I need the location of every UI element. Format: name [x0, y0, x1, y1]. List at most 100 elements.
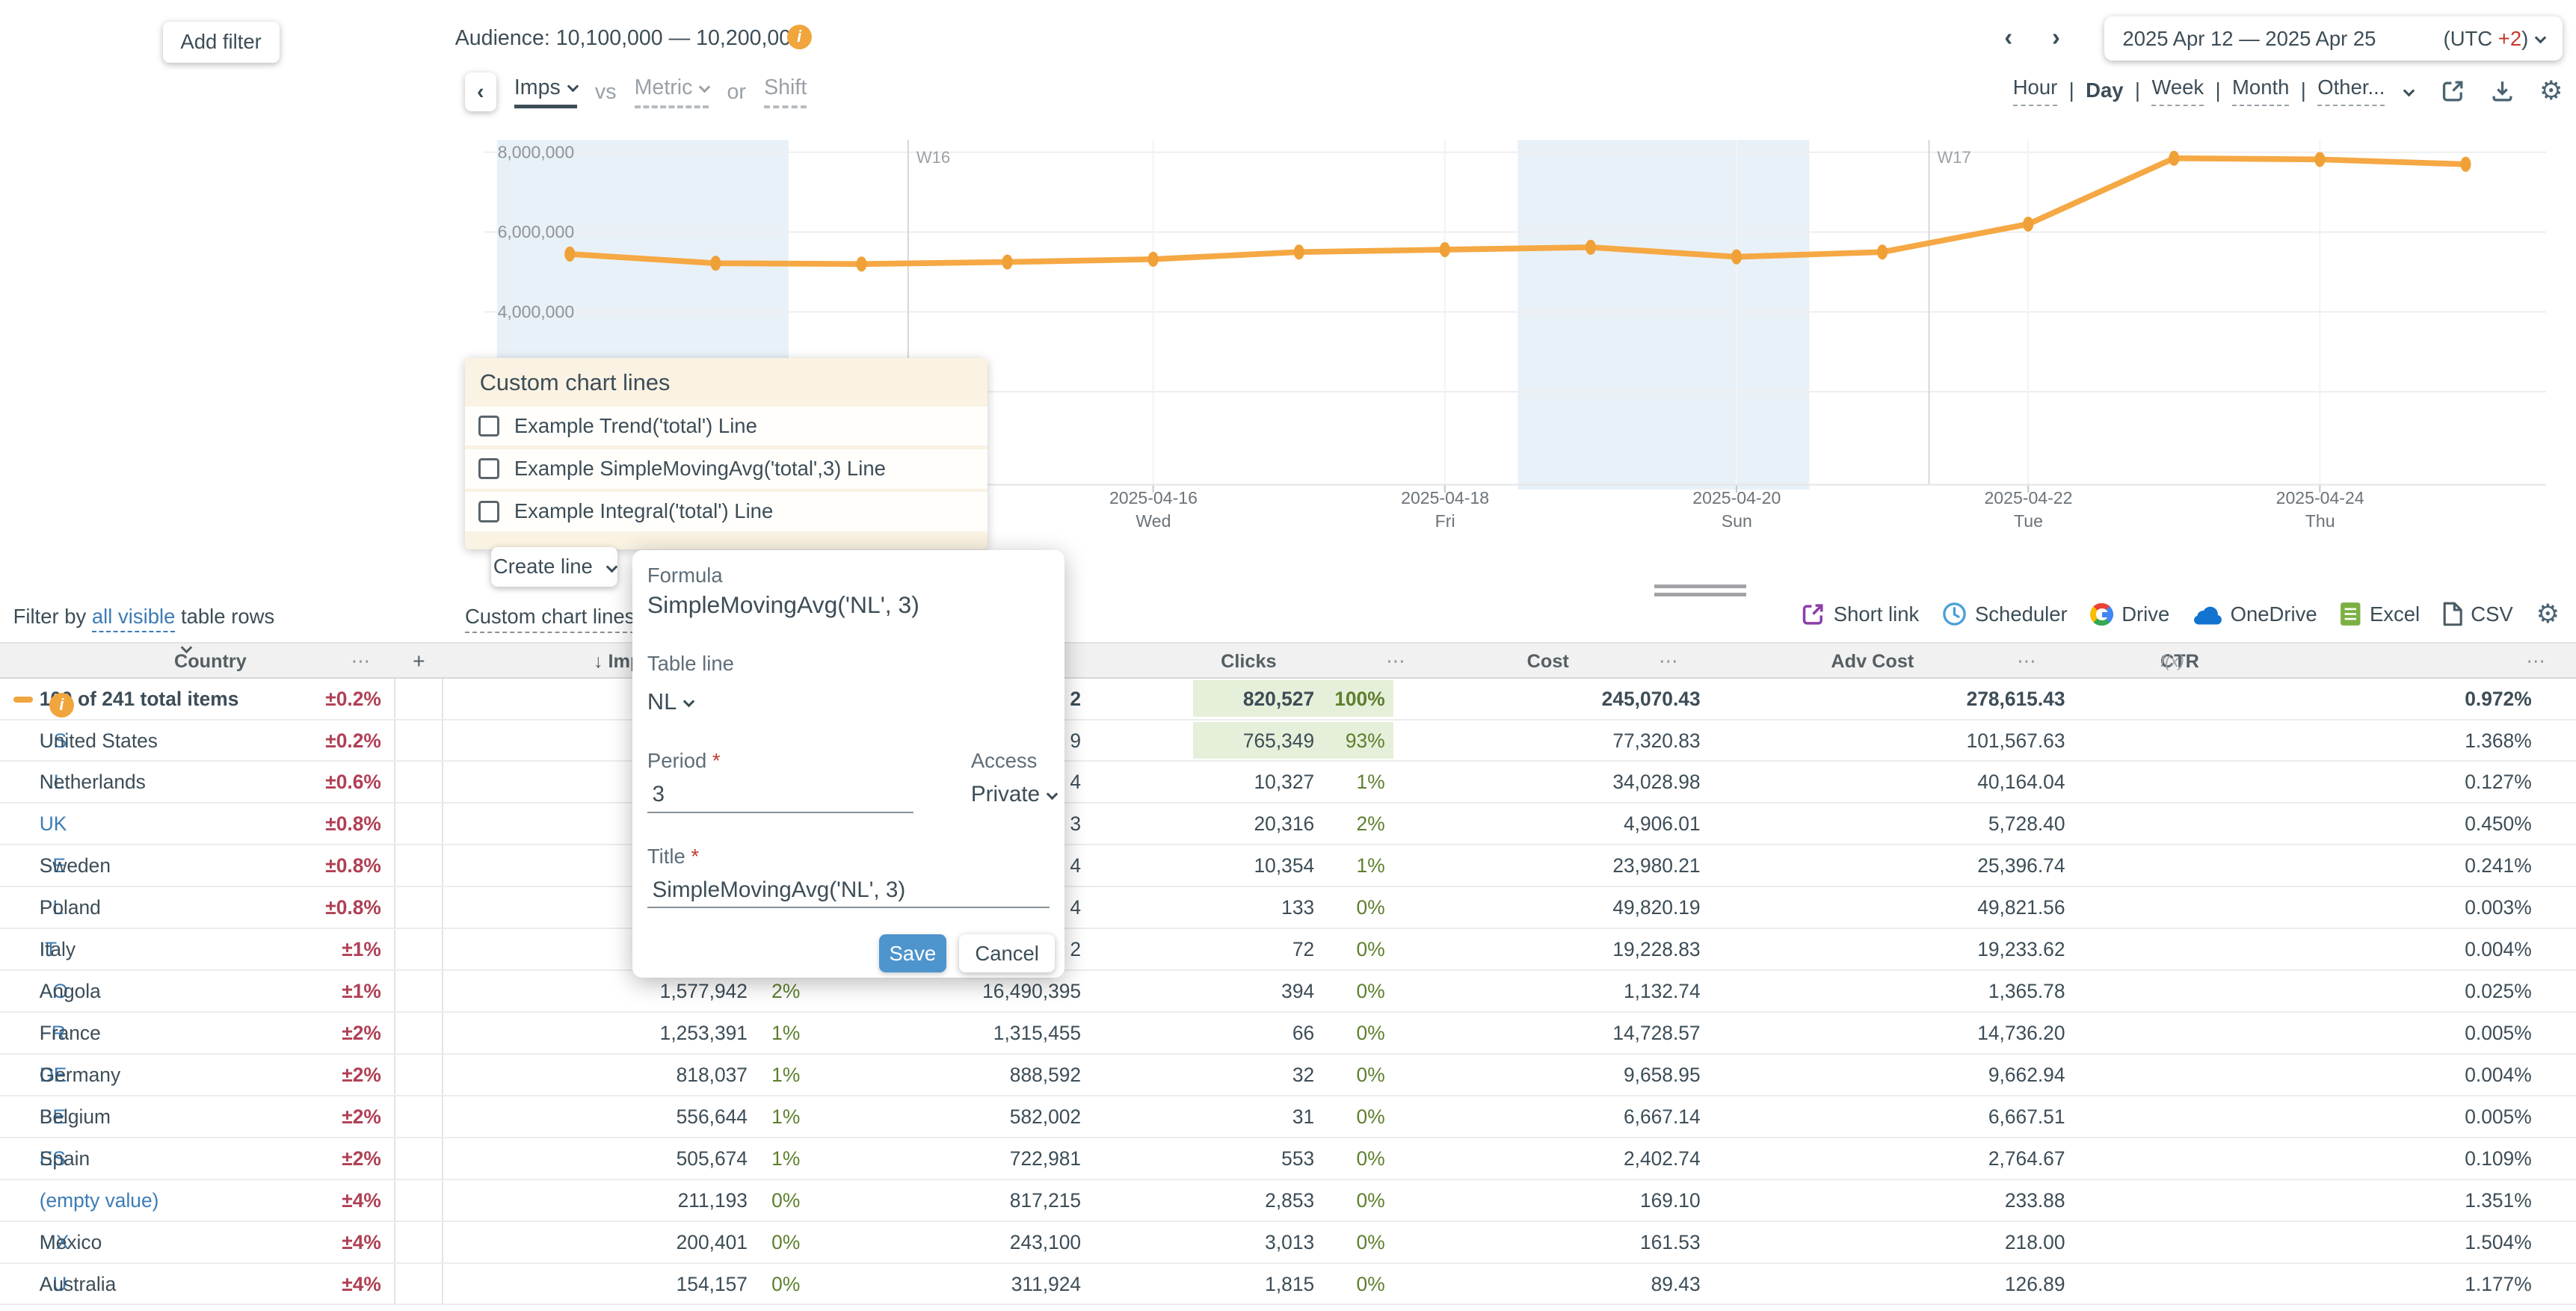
cost-value: 34,028.98 — [1479, 762, 1701, 803]
clicks-pct: 0% — [1318, 1013, 1385, 1055]
audience-info-icon[interactable]: i — [787, 25, 812, 49]
period-input[interactable]: 3 — [652, 782, 665, 807]
table-row[interactable]: SESwedeni ±0.8% 4 10,354 1% 23,980.21 25… — [0, 845, 2576, 887]
collapse-chart-button[interactable]: ‹ — [465, 73, 496, 112]
open-in-new-icon[interactable] — [2441, 78, 2465, 103]
info-icon[interactable]: i — [49, 693, 74, 718]
granularity-hour[interactable]: Hour — [2013, 75, 2058, 106]
all-visible-link[interactable]: all visible — [92, 605, 175, 632]
table-row[interactable]: 100 of 241 total itemsi ±0.2% 2 820,527 … — [0, 679, 2576, 721]
custom-line-dialog: Formula SimpleMovingAvg('NL', 3) Table l… — [632, 550, 1064, 977]
date-prev-button[interactable]: ‹ — [2004, 23, 2012, 52]
add-column-button[interactable]: + — [394, 644, 443, 679]
adv-cost-value: 5,728.40 — [1840, 803, 2065, 845]
custom-line-item[interactable]: Example SimpleMovingAvg('total',3) Line — [465, 449, 987, 489]
custom-chart-lines-panel: Custom chart lines Example Trend('total'… — [465, 358, 987, 549]
country-name: Australia — [40, 1264, 117, 1306]
custom-line-item[interactable]: Example Trend('total') Line — [465, 407, 987, 446]
chart-resize-handle[interactable] — [1654, 584, 1746, 601]
table-row[interactable]: NLNetherlandsi ±0.6% 4 10,327 1% 34,028.… — [0, 762, 2576, 803]
access-label: Access — [971, 749, 1038, 773]
second-imps-value: 722,981 — [822, 1138, 1081, 1180]
checkbox-unchecked-icon[interactable] — [478, 501, 500, 522]
imps-value: 556,644 — [493, 1096, 748, 1138]
country-column-menu-icon[interactable]: ⋯ — [342, 644, 381, 679]
x-axis-tick-label: 2025-04-20Sun — [1663, 488, 1811, 531]
scheduler-button[interactable]: Scheduler — [1942, 602, 2068, 626]
table-row[interactable]: USUnited Statesi ±0.2% 9 765,349 93% 77,… — [0, 721, 2576, 762]
svg-text:W17: W17 — [1938, 148, 1971, 167]
table-row[interactable]: FRFrancei ±2% 1,253,391 1% 1,315,455 66 … — [0, 1013, 2576, 1055]
imps-pct: 1% — [748, 1055, 800, 1096]
onedrive-button[interactable]: OneDrive — [2193, 602, 2317, 626]
formula-label: Formula — [647, 564, 723, 587]
scheduler-clock-icon — [1942, 602, 1967, 626]
access-select[interactable]: Private — [971, 782, 1056, 807]
date-next-button[interactable]: › — [2052, 23, 2060, 52]
adv-cost-value: 278,615.43 — [1840, 679, 2065, 721]
csv-export-button[interactable]: CSV — [2443, 602, 2513, 626]
ctr-column-menu-icon[interactable]: ⋯ — [2517, 644, 2557, 679]
table-row[interactable]: PLPolandi ±0.8% 4 133 0% 49,820.19 49,82… — [0, 887, 2576, 929]
clicks-value: 72 — [1084, 929, 1314, 971]
custom-chart-lines-tab[interactable]: Custom chart lines — [465, 605, 635, 633]
accuracy-value: ±4% — [230, 1264, 381, 1306]
shift-selector[interactable]: Shift — [764, 75, 807, 108]
excel-export-button[interactable]: Excel — [2340, 602, 2420, 626]
checkbox-unchecked-icon[interactable] — [478, 416, 500, 437]
column-header-cost[interactable]: Cost — [1314, 644, 1569, 679]
table-line-select[interactable]: NL — [647, 688, 693, 715]
table-row[interactable]: AOAngolai ±1% 1,577,942 2% 16,490,395 39… — [0, 971, 2576, 1013]
cost-value: 49,820.19 — [1479, 887, 1701, 929]
metric-selector-imps[interactable]: Imps — [514, 75, 577, 109]
country-name: Belgium — [40, 1096, 111, 1138]
metric-selector-compare[interactable]: Metric — [635, 75, 709, 108]
ctr-value: 1.177% — [2300, 1264, 2532, 1306]
second-imps-value: 888,592 — [822, 1055, 1081, 1096]
checkbox-unchecked-icon[interactable] — [478, 458, 500, 480]
column-header-imps[interactable]: ↓ Imps — [460, 644, 652, 679]
granularity-week[interactable]: Week — [2151, 75, 2204, 106]
table-row[interactable]: ESSpaini ±2% 505,674 1% 722,981 553 0% 2… — [0, 1138, 2576, 1180]
title-input-underline — [647, 907, 1050, 908]
column-header-adv-cost[interactable]: Adv Cost — [1586, 644, 1914, 679]
x-axis-tick-label: 2025-04-24Thu — [2246, 488, 2394, 531]
table-row[interactable]: MXMexicoi ±4% 200,401 0% 243,100 3,013 0… — [0, 1222, 2576, 1264]
clicks-pct: 0% — [1318, 1138, 1385, 1180]
cost-value: 2,402.74 — [1479, 1138, 1701, 1180]
save-button[interactable]: Save — [879, 934, 946, 972]
granularity-month[interactable]: Month — [2232, 75, 2289, 106]
clicks-pct: 0% — [1318, 1055, 1385, 1096]
table-row[interactable]: AUAustraliai ±4% 154,157 0% 311,924 1,81… — [0, 1264, 2576, 1306]
table-row[interactable]: DEGermanyi ±2% 818,037 1% 888,592 32 0% … — [0, 1055, 2576, 1096]
period-label: Period * — [647, 749, 721, 773]
add-filter-button[interactable]: Add filter — [163, 22, 280, 63]
cost-value: 161.53 — [1479, 1222, 1701, 1264]
table-row[interactable]: UKi ±0.8% 3 20,316 2% 4,906.01 5,728.40 … — [0, 803, 2576, 845]
short-link-button[interactable]: Short link — [1801, 602, 1919, 626]
cost-value: 77,320.83 — [1479, 721, 1701, 762]
chevron-down-icon — [2535, 32, 2547, 44]
table-row[interactable]: (empty value)i ±4% 211,193 0% 817,215 2,… — [0, 1180, 2576, 1222]
country-name: Poland — [40, 887, 101, 929]
table-settings-gear-icon[interactable]: ⚙ — [2536, 601, 2560, 627]
custom-line-item[interactable]: Example Integral('total') Line — [465, 492, 987, 531]
granularity-other[interactable]: Other... — [2317, 75, 2385, 106]
chart-settings-gear-icon[interactable]: ⚙ — [2539, 78, 2563, 104]
title-input[interactable]: SimpleMovingAvg('NL', 3) — [652, 877, 905, 903]
create-line-button[interactable]: Create line — [491, 547, 617, 587]
google-drive-button[interactable]: Drive — [2090, 602, 2169, 626]
table-row[interactable]: ITItalyi ±1% 2 72 0% 19,228.83 19,233.62… — [0, 929, 2576, 971]
granularity-day[interactable]: Day — [2086, 78, 2123, 102]
chevron-down-icon — [1047, 788, 1059, 800]
adv-cost-column-menu-icon[interactable]: ⋯ — [2008, 644, 2047, 679]
accuracy-value: ±1% — [230, 929, 381, 971]
country-name: Spain — [40, 1138, 90, 1180]
clicks-value: 10,354 — [1084, 845, 1314, 887]
table-row[interactable]: BEBelgiumi ±2% 556,644 1% 582,002 31 0% … — [0, 1096, 2576, 1138]
download-icon[interactable] — [2490, 78, 2515, 103]
cancel-button[interactable]: Cancel — [959, 934, 1054, 972]
accuracy-value: ±0.6% — [230, 762, 381, 803]
second-imps-value: 1,315,455 — [822, 1013, 1081, 1055]
date-range-picker[interactable]: 2025 Apr 12 — 2025 Apr 25 (UTC +2) — [2104, 16, 2563, 61]
